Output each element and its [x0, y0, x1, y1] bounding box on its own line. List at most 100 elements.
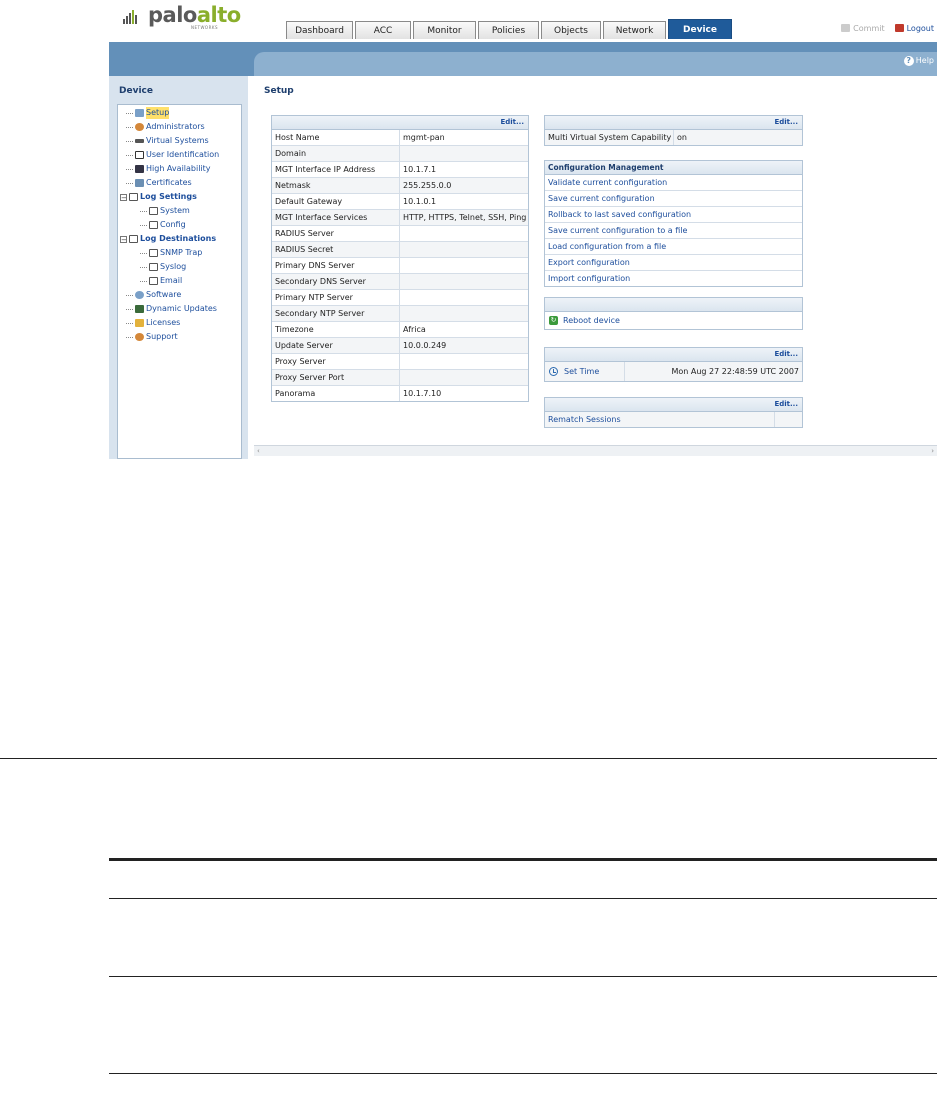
nav-item-virtual-systems[interactable]: Virtual Systems [126, 135, 209, 147]
clock-icon [549, 367, 558, 376]
row-key: Netmask [272, 178, 400, 193]
table-header: Edit... [545, 348, 802, 362]
horizontal-scrollbar[interactable]: ‹ › [254, 445, 937, 456]
nav-label: Setup [146, 107, 170, 119]
row-value [400, 258, 528, 273]
table-row: Primary DNS Server [272, 258, 528, 274]
nav-item-email[interactable]: Email [140, 275, 182, 287]
nav-label: Software [146, 290, 182, 299]
rematch-sessions-label: Rematch Sessions [545, 412, 775, 427]
nav-label: High Availability [146, 164, 211, 173]
edit-link[interactable]: Edit... [774, 348, 798, 361]
tab-dashboard[interactable]: Dashboard [286, 21, 353, 39]
tab-device[interactable]: Device [668, 19, 732, 39]
table-row: MGT Interface IP Address 10.1.7.1 [272, 162, 528, 178]
help-link[interactable]: ? Help [903, 56, 934, 66]
table-rule [109, 976, 937, 977]
tab-monitor[interactable]: Monitor [413, 21, 476, 39]
reboot-icon: ↻ [549, 316, 558, 325]
tab-network[interactable]: Network [603, 21, 666, 39]
nav-item-licenses[interactable]: Licenses [126, 317, 180, 329]
row-value [400, 146, 528, 161]
import-config-link[interactable]: Import configuration [545, 271, 802, 286]
time-table: Edit... Set Time Mon Aug 27 22:48:59 UTC… [544, 347, 803, 382]
brand-name: paloalto [148, 3, 241, 27]
row-value [400, 226, 528, 241]
set-time-link[interactable]: Set Time [545, 362, 625, 381]
setup-icon [135, 109, 144, 117]
row-value: 10.0.0.249 [403, 341, 447, 350]
table-row: RADIUS Secret [272, 242, 528, 258]
nav-label: Log Destinations [140, 234, 217, 243]
row-key: Domain [272, 146, 400, 161]
edit-link[interactable]: Edit... [774, 116, 798, 129]
table-row: Rematch Sessions [545, 412, 802, 427]
row-key: Proxy Server Port [272, 370, 400, 385]
management-settings-table: Edit... Host Name mgmt-pan Domain MGT Inter… [271, 115, 529, 402]
table-top-rule [109, 858, 937, 861]
scroll-right-icon[interactable]: › [931, 446, 934, 456]
table-row: Update Server 10.0.0.249 [272, 338, 528, 354]
row-value: mgmt-pan [403, 133, 445, 142]
nav-item-config[interactable]: Config [140, 219, 186, 231]
tab-policies[interactable]: Policies [478, 21, 539, 39]
table-rule [109, 898, 937, 899]
load-config-file-link[interactable]: Load configuration from a file [545, 239, 802, 255]
export-config-link[interactable]: Export configuration [545, 255, 802, 271]
panel-title: Device [119, 86, 153, 96]
row-key: MGT Interface IP Address [272, 162, 400, 177]
nav-label: Licenses [146, 318, 181, 327]
tab-acc[interactable]: ACC [355, 21, 411, 39]
section-divider [0, 758, 937, 759]
table-row: Secondary DNS Server [272, 274, 528, 290]
save-config-file-link[interactable]: Save current configuration to a file [545, 223, 802, 239]
row-key: Panorama [272, 386, 400, 401]
commit-label: Commit [853, 24, 885, 33]
help-label: Help [915, 56, 934, 65]
table-row: Multi Virtual System Capability on [545, 130, 802, 145]
collapse-icon[interactable]: − [120, 235, 127, 243]
vsys-icon [135, 139, 144, 143]
table-row: Primary NTP Server [272, 290, 528, 306]
nav-item-syslog[interactable]: Syslog [140, 261, 186, 273]
nav-label: SNMP Trap [160, 248, 203, 257]
nav-item-snmp-trap[interactable]: SNMP Trap [140, 247, 202, 259]
edit-link[interactable]: Edit... [500, 116, 524, 129]
top-links: Commit Logout [841, 24, 934, 33]
rollback-config-link[interactable]: Rollback to last saved configuration [545, 207, 802, 223]
edit-link[interactable]: Edit... [774, 398, 798, 411]
content-area: Setup Edit... Host Name mgmt-pan Domain MGT… [254, 76, 937, 459]
nav-item-administrators[interactable]: Administrators [126, 121, 205, 133]
table-row: Netmask 255.255.0.0 [272, 178, 528, 194]
nav-item-high-availability[interactable]: High Availability [126, 163, 211, 175]
row-value: HTTP, HTTPS, Telnet, SSH, Ping [403, 213, 527, 222]
scroll-left-icon[interactable]: ‹ [257, 446, 260, 456]
row-key: Primary NTP Server [272, 290, 400, 305]
brand-logo: paloalto [123, 4, 241, 30]
table-header: Edit... [545, 116, 802, 130]
table-header: Edit... [272, 116, 528, 130]
nav-item-system[interactable]: System [140, 205, 190, 217]
table-row: Panorama 10.1.7.10 [272, 386, 528, 401]
save-config-link[interactable]: Save current configuration [545, 191, 802, 207]
main-tabs: Dashboard ACC Monitor Policies Objects N… [286, 19, 732, 39]
nav-item-user-identification[interactable]: User Identification [126, 149, 219, 161]
tab-objects[interactable]: Objects [541, 21, 601, 39]
nav-item-software[interactable]: Software [126, 289, 181, 301]
userid-icon [135, 151, 144, 159]
nav-item-certificates[interactable]: Certificates [126, 177, 192, 189]
folder-icon [129, 193, 138, 201]
commit-link[interactable]: Commit [841, 24, 885, 33]
validate-config-link[interactable]: Validate current configuration [545, 175, 802, 191]
logout-link[interactable]: Logout [894, 24, 934, 33]
nav-item-dynamic-updates[interactable]: Dynamic Updates [126, 303, 217, 315]
reboot-device-link[interactable]: ↻ Reboot device [545, 312, 802, 329]
brand-sub: NETWORKS [191, 25, 219, 30]
row-value [400, 354, 528, 369]
row-key: Primary DNS Server [272, 258, 400, 273]
nav-group-log-destinations[interactable]: − Log Destinations [120, 233, 216, 245]
collapse-icon[interactable]: − [120, 193, 127, 201]
nav-item-support[interactable]: Support [126, 331, 178, 343]
nav-group-log-settings[interactable]: − Log Settings [120, 191, 197, 203]
nav-item-setup[interactable]: Setup [126, 107, 170, 119]
